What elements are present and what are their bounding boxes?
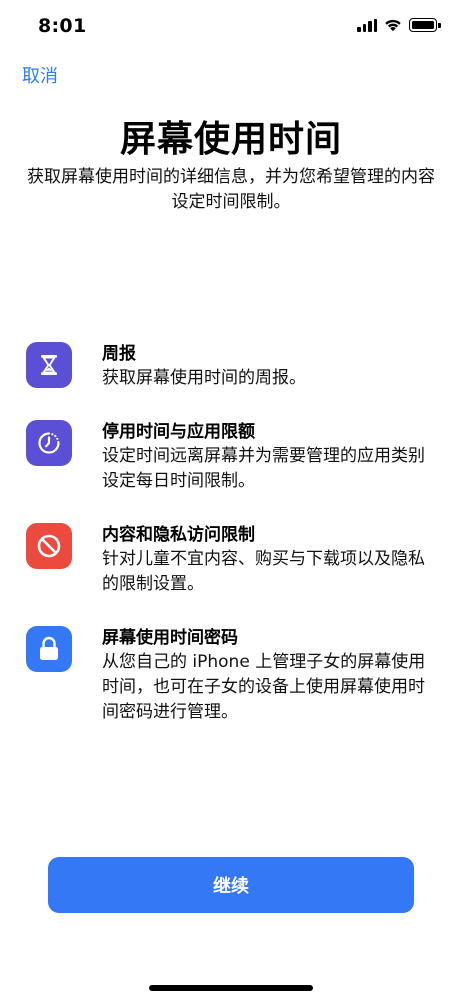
feature-title: 内容和隐私访问限制 xyxy=(102,525,255,545)
feature-desc: 从您自己的 iPhone 上管理子女的屏幕使用时间，也可在子女的设备上使用屏幕使… xyxy=(102,652,426,722)
no-entry-icon xyxy=(26,523,72,569)
feature-desc: 针对儿童不宜内容、购买与下载项以及隐私的限制设置。 xyxy=(102,549,425,594)
feature-title: 屏幕使用时间密码 xyxy=(102,628,238,648)
screen-time-setup-screen: 8:01 取消 屏幕使用时间 获取屏幕使用时间的详细信息，并为您希望管理的内容设… xyxy=(0,0,462,1000)
home-indicator[interactable] xyxy=(149,985,313,991)
status-bar: 8:01 xyxy=(0,0,462,54)
continue-button[interactable]: 继续 xyxy=(48,857,414,913)
hourglass-icon xyxy=(26,342,72,388)
page-subtitle: 获取屏幕使用时间的详细信息，并为您希望管理的内容设定时间限制。 xyxy=(27,167,435,212)
status-time: 8:01 xyxy=(38,15,87,37)
feature-title: 周报 xyxy=(102,344,136,364)
cancel-button[interactable]: 取消 xyxy=(22,62,58,88)
battery-icon xyxy=(409,18,441,32)
feature-desc: 设定时间远离屏幕并为需要管理的应用类别设定每日时间限制。 xyxy=(102,446,425,491)
feature-title: 停用时间与应用限额 xyxy=(102,422,255,442)
feature-desc: 获取屏幕使用时间的周报。 xyxy=(102,368,306,388)
signal-icon xyxy=(357,18,377,32)
status-icons xyxy=(357,18,441,32)
page-title: 屏幕使用时间 xyxy=(119,119,342,160)
downtime-icon xyxy=(26,420,72,466)
wifi-icon xyxy=(385,19,401,32)
lock-icon xyxy=(26,626,72,672)
